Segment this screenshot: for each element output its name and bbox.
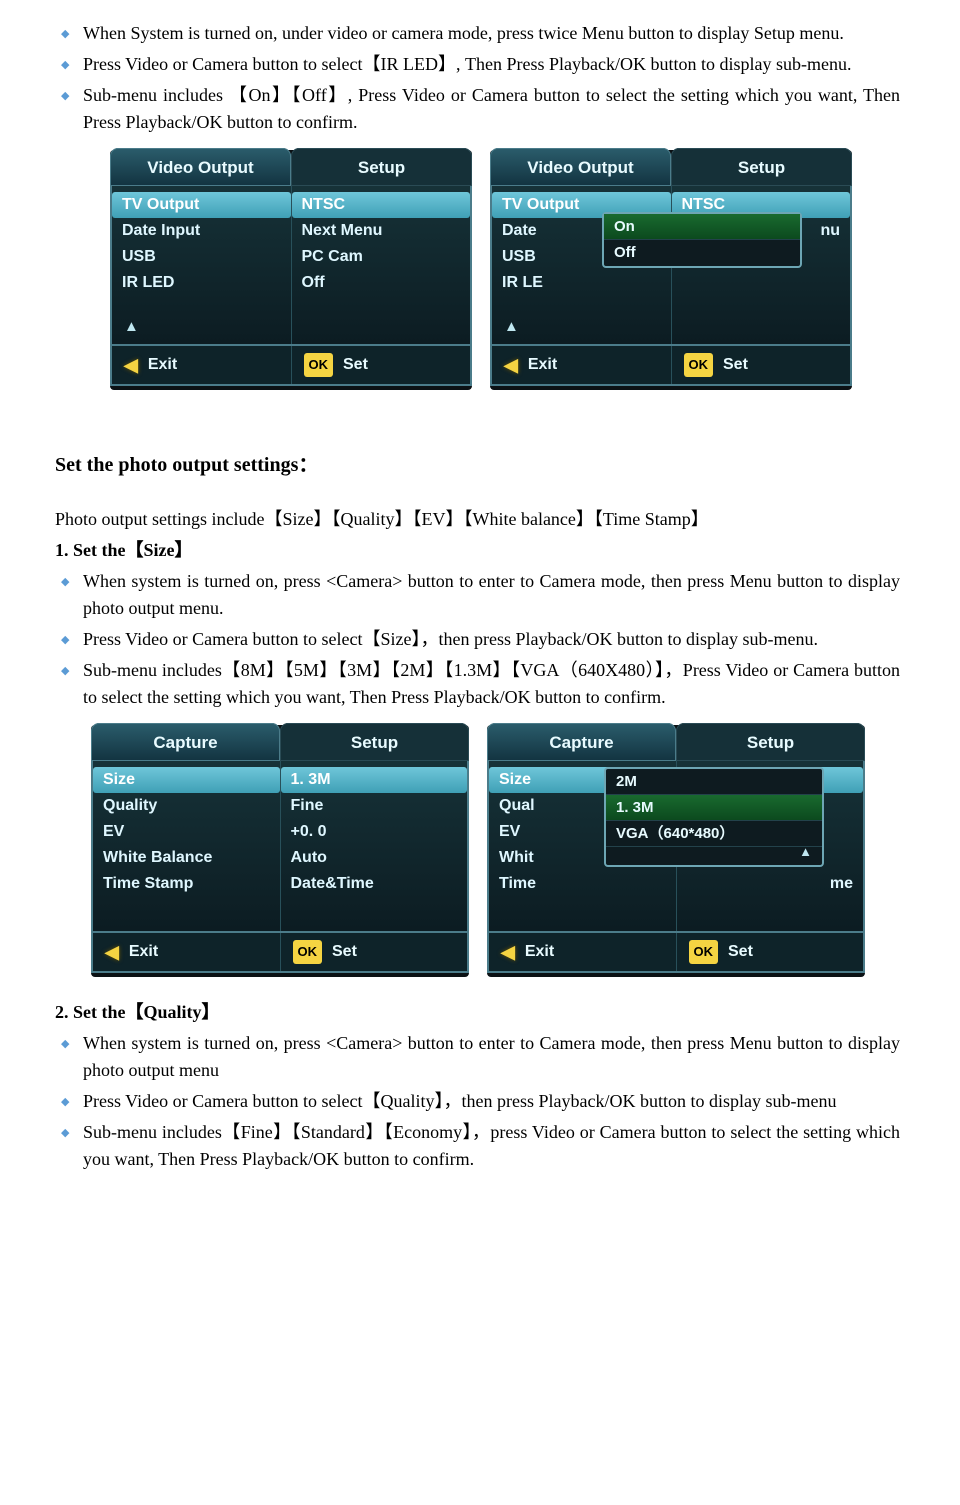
menu-item-size[interactable]: Size [93,767,280,793]
exit-button[interactable]: ◀ Exit [489,933,677,971]
ok-set-button[interactable]: OK Set [292,346,471,384]
ok-set-button[interactable]: OK Set [281,933,468,971]
menu-item-usb[interactable]: USB [122,244,281,270]
arrow-up-icon: ▲ [124,316,139,339]
submenu-popup: 2M 1. 3M VGA（640*480） ▲ [604,767,824,867]
tab-setup[interactable]: Setup [671,148,852,187]
menu-capture: Capture Setup Size Quality EV White Bala… [91,725,469,977]
tab-capture[interactable]: Capture [91,723,280,762]
menu-left-col: TV Output Date Input USB IR LED [112,186,292,344]
menu-right-col: 1. 3M Fine +0. 0 Auto Date&Time [281,761,468,931]
step1-heading: 1. Set the【Size】 [55,537,900,564]
ok-set-button[interactable]: OK Set [677,933,864,971]
set-label: Set [343,353,368,377]
menu-left-col: Size Quality EV White Balance Time Stamp [93,761,281,931]
intro-bullet: Sub-menu includes 【On】【Off】, Press Video… [83,82,900,136]
exit-label: Exit [129,940,158,964]
menu-capture-popup: Capture Setup Size Qual EV Whit Time me … [487,725,865,977]
arrow-up-icon: ▲ [799,842,812,862]
set-label: Set [332,940,357,964]
step1-bullet: Press Video or Camera button to select【S… [83,626,900,653]
arrow-up-icon: ▲ [504,316,519,339]
menu-item-date-input[interactable]: Date Input [122,218,281,244]
step2-heading: 2. Set the【Quality】 [55,999,900,1026]
menu-item-quality[interactable]: Quality [103,793,270,819]
tab-setup[interactable]: Setup [291,148,472,187]
menu-value: 1. 3M [281,767,468,793]
menu-item-time-stamp[interactable]: Time Stamp [103,871,270,897]
menu-value [682,270,841,296]
menu-video-output: Video Output Setup TV Output Date Input … [110,150,472,390]
submenu-popup: On Off [602,212,802,268]
menu-item-time-stamp[interactable]: Time [499,871,666,897]
popup-option-on[interactable]: On [604,214,800,240]
exit-button[interactable]: ◀ Exit [492,346,672,384]
menu-item-ir-led[interactable]: IR LED [122,270,281,296]
menu-row-2: Capture Setup Size Quality EV White Bala… [91,725,900,977]
triangle-left-icon: ◀ [504,352,518,379]
menu-value: Fine [291,793,458,819]
tab-video-output[interactable]: Video Output [110,148,291,187]
menu-value: Next Menu [302,218,461,244]
ok-set-button[interactable]: OK Set [672,346,851,384]
step1-bullet-list: When system is turned on, press <Camera>… [55,568,900,711]
intro-bullet: Press Video or Camera button to select【I… [83,51,900,78]
menu-right-col: NTSC Next Menu PC Cam Off [292,186,471,344]
menu-item-ev[interactable]: EV [103,819,270,845]
exit-button[interactable]: ◀ Exit [112,346,292,384]
menu-value: me [687,871,854,897]
popup-option-vga[interactable]: VGA（640*480） [606,821,822,847]
step1-bullet: When system is turned on, press <Camera>… [83,568,900,622]
step1-bullet: Sub-menu includes【8M】【5M】【3M】【2M】【1.3M】【… [83,657,900,711]
ok-badge: OK [293,940,323,964]
intro-bullet: When System is turned on, under video or… [83,20,900,47]
menu-row-1: Video Output Setup TV Output Date Input … [110,150,900,390]
menu-value: Auto [291,845,458,871]
tab-video-output[interactable]: Video Output [490,148,671,187]
set-label: Set [723,353,748,377]
ok-badge: OK [689,940,719,964]
menu-item-tv-output[interactable]: TV Output [112,192,291,218]
ok-badge: OK [304,353,334,377]
menu-value: +0. 0 [291,819,458,845]
menu-video-output-popup: Video Output Setup TV Output Date USB IR… [490,150,852,390]
intro-bullet-list: When System is turned on, under video or… [55,20,900,136]
step2-bullet: Sub-menu includes【Fine】【Standard】【Econom… [83,1119,900,1173]
tab-setup[interactable]: Setup [280,723,469,762]
menu-value: PC Cam [302,244,461,270]
step2-bullet-list: When system is turned on, press <Camera>… [55,1030,900,1173]
popup-option-off[interactable]: Off [604,240,800,266]
exit-label: Exit [525,940,554,964]
menu-item-white-balance[interactable]: White Balance [103,845,270,871]
sub-intro-text: Photo output settings include【Size】【Qual… [55,506,900,533]
triangle-left-icon: ◀ [124,352,138,379]
exit-label: Exit [148,353,177,377]
ok-badge: OK [684,353,714,377]
set-label: Set [728,940,753,964]
triangle-left-icon: ◀ [501,939,515,966]
section-heading: Set the photo output settings： [55,450,900,480]
menu-value: Date&Time [291,871,458,897]
step2-bullet: When system is turned on, press <Camera>… [83,1030,900,1084]
triangle-left-icon: ◀ [105,939,119,966]
exit-button[interactable]: ◀ Exit [93,933,281,971]
menu-value-ntsc: NTSC [292,192,471,218]
popup-option-2m[interactable]: 2M [606,769,822,795]
tab-capture[interactable]: Capture [487,723,676,762]
tab-setup[interactable]: Setup [676,723,865,762]
menu-item-ir-led[interactable]: IR LE [502,270,661,296]
menu-value: Off [302,270,461,296]
step2-bullet: Press Video or Camera button to select【Q… [83,1088,900,1115]
popup-option-1-3m[interactable]: 1. 3M [606,795,822,821]
exit-label: Exit [528,353,557,377]
